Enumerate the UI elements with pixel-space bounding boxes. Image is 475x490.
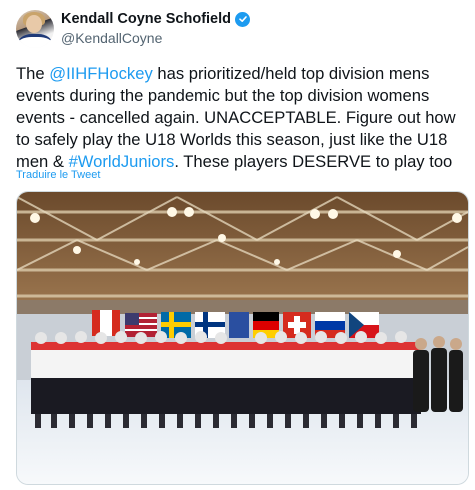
author-handle[interactable]: @KendallCoyne bbox=[61, 30, 162, 46]
tweet-text-segment: events - cancelled again. UNACCEPTABLE. … bbox=[16, 108, 456, 127]
tweet-card: Kendall Coyne Schofield @KendallCoyne Th… bbox=[0, 0, 475, 490]
tweet-text-segment: to safely play the U18 Worlds this seaso… bbox=[16, 130, 448, 149]
tweet-text-segment: events during the pandemic but the top d… bbox=[16, 86, 430, 105]
tweet-text-line: events during the pandemic but the top d… bbox=[16, 85, 471, 107]
tweet-text-segment: The bbox=[16, 64, 50, 83]
author-avatar[interactable] bbox=[16, 10, 54, 48]
tweet-text-line: to safely play the U18 Worlds this seaso… bbox=[16, 129, 471, 151]
tweet-text-segment: has prioritized/held top division mens bbox=[152, 64, 430, 83]
author-name-row[interactable]: Kendall Coyne Schofield bbox=[61, 11, 250, 27]
author-name[interactable]: Kendall Coyne Schofield bbox=[61, 11, 231, 27]
tweet-photo[interactable] bbox=[16, 191, 469, 485]
tweet-text-line: The @IIHFHockey has prioritized/held top… bbox=[16, 63, 471, 85]
tweet-text: The @IIHFHockey has prioritized/held top… bbox=[16, 63, 471, 173]
mention-link[interactable]: @IIHFHockey bbox=[49, 64, 153, 83]
tweet-text-segment: . These players DESERVE to play too bbox=[174, 152, 453, 171]
translate-tweet-link[interactable]: Traduire le Tweet bbox=[16, 169, 100, 181]
hockey-team-photo bbox=[17, 192, 468, 484]
verified-badge-icon bbox=[235, 11, 250, 27]
tweet-text-line: events - cancelled again. UNACCEPTABLE. … bbox=[16, 107, 471, 129]
